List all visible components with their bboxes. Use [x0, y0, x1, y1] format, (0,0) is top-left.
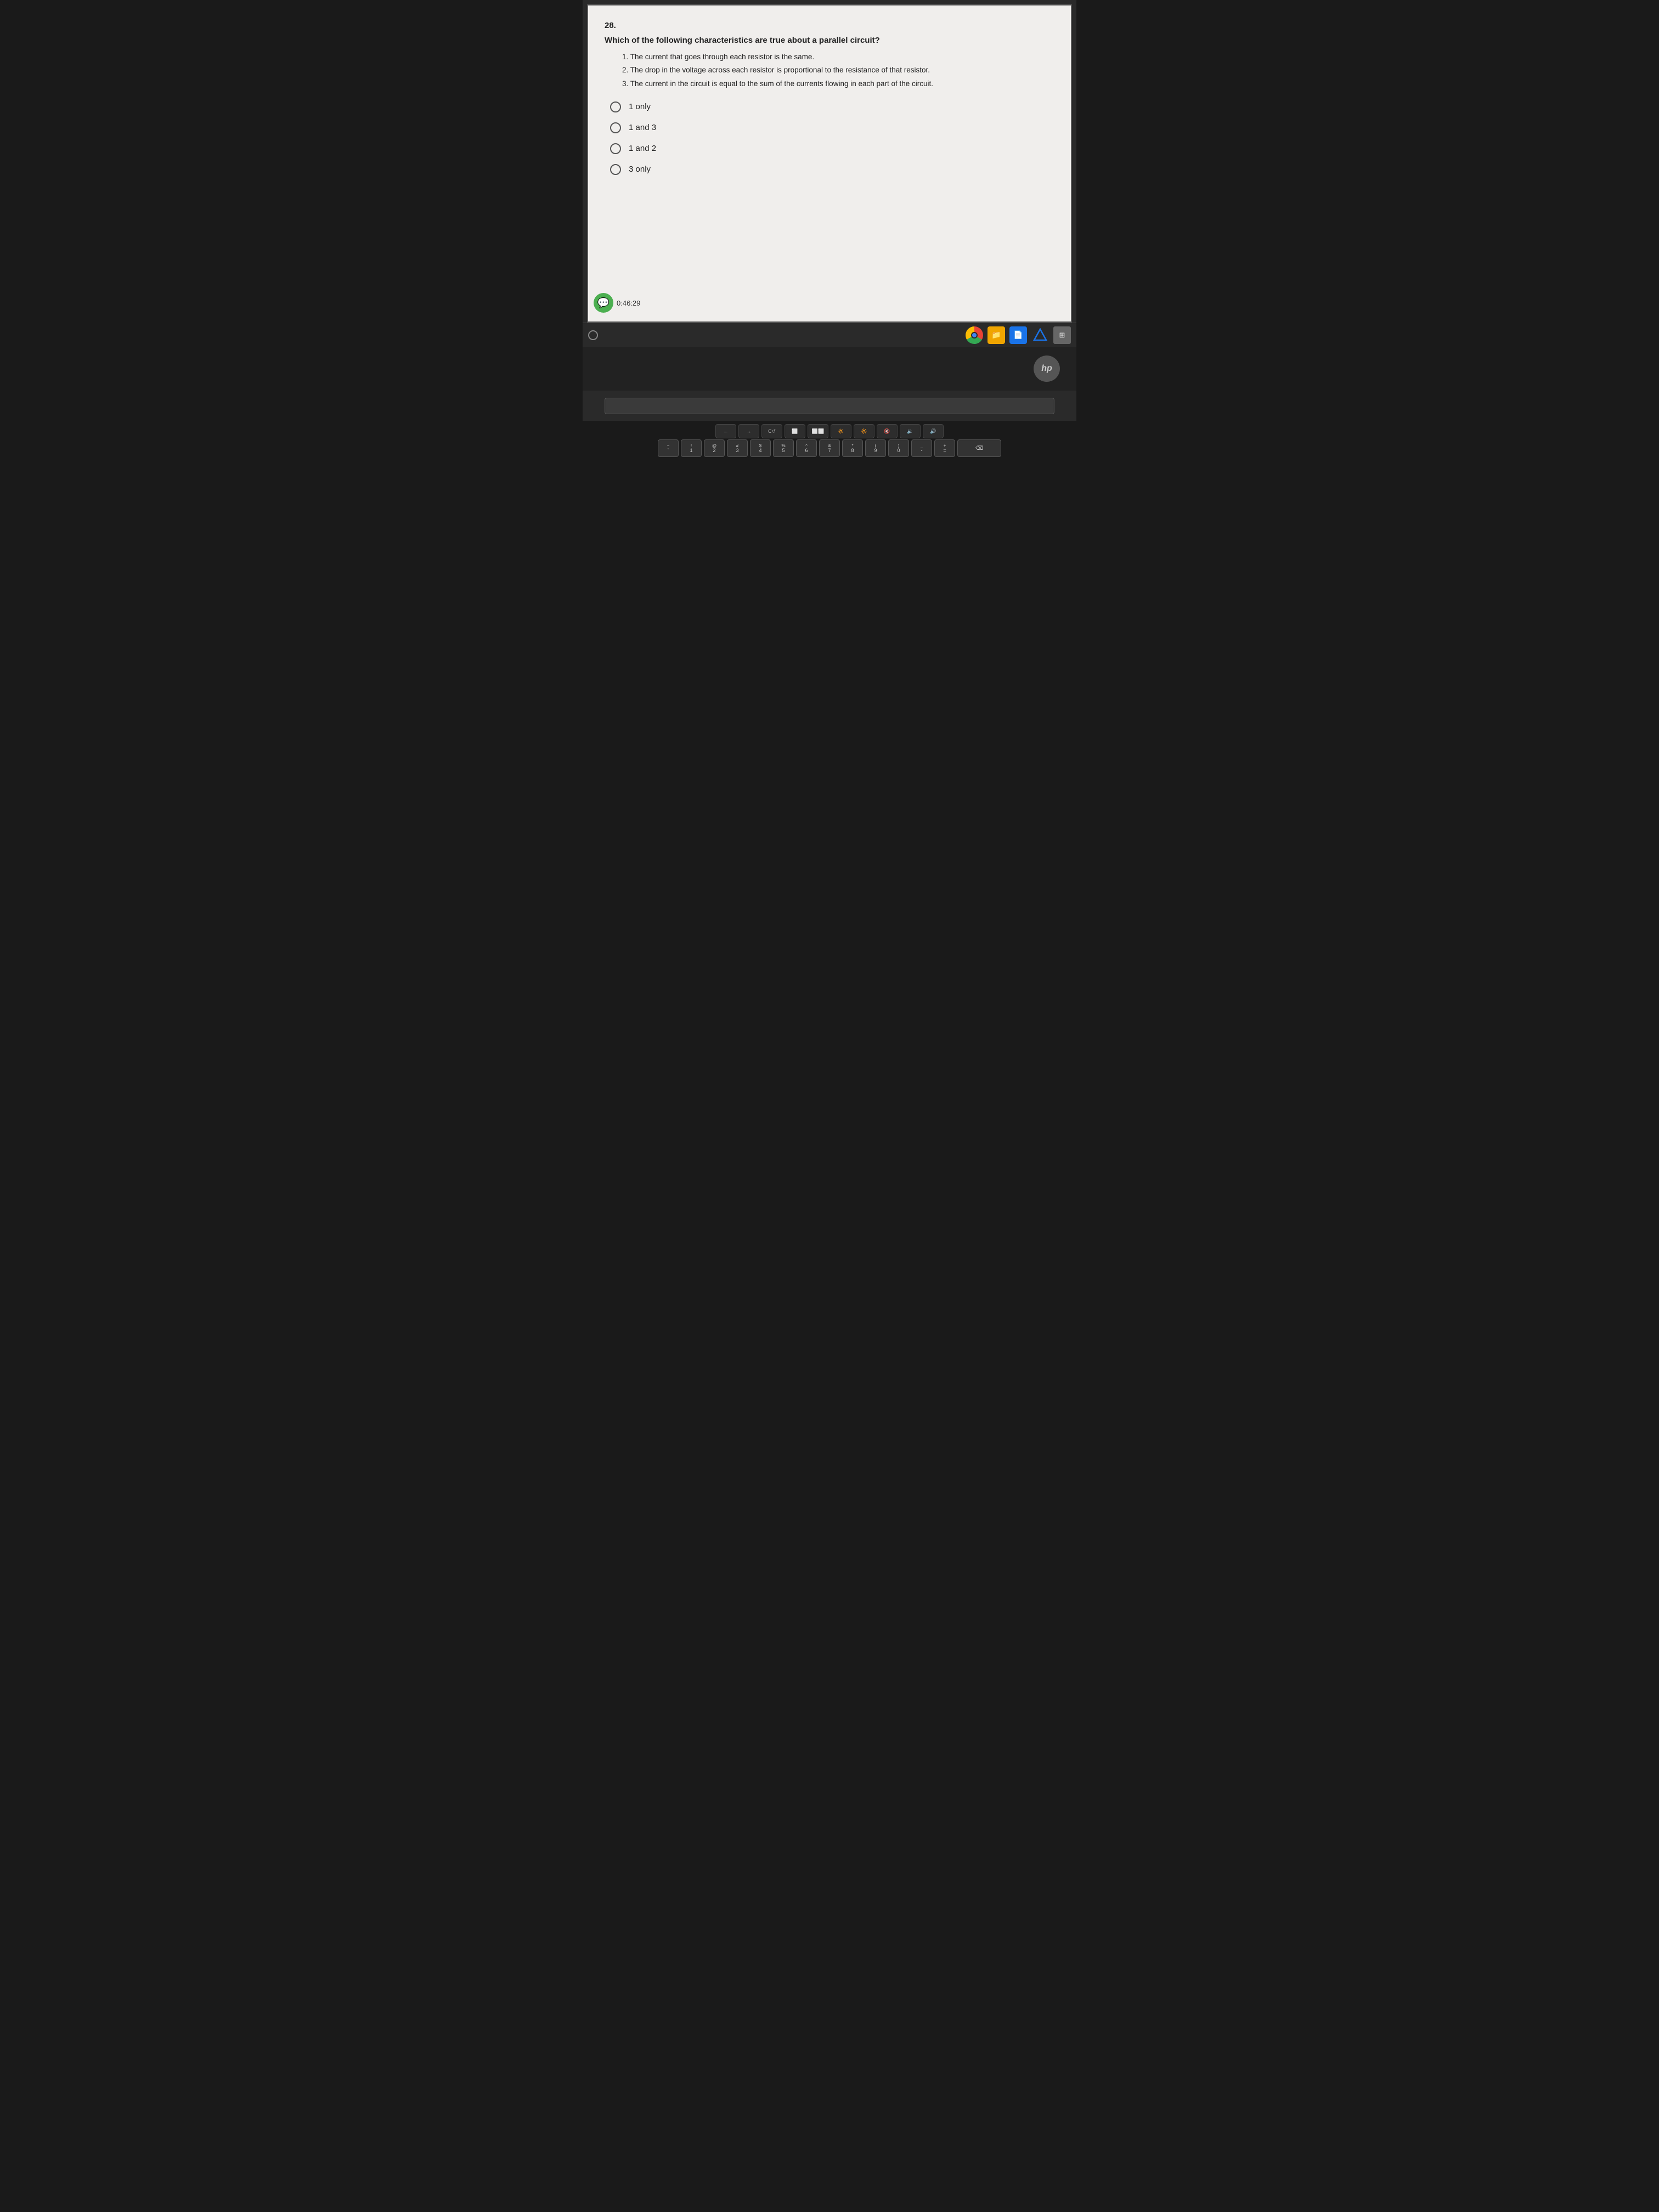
grid-icon-symbol: ⊞	[1059, 331, 1065, 340]
key-9[interactable]: ( 9	[865, 439, 886, 457]
key-window[interactable]: ⬜⬜	[808, 424, 828, 438]
chrome-icon[interactable]	[966, 326, 983, 344]
hp-logo: hp	[1034, 356, 1060, 382]
grid-icon[interactable]: ⊞	[1053, 326, 1071, 344]
question-text: Which of the following characteristics a…	[605, 36, 1054, 45]
statement-1: 1. The current that goes through each re…	[622, 52, 1054, 63]
radio-3-only[interactable]	[610, 164, 621, 175]
option-1-and-3-label: 1 and 3	[629, 123, 656, 132]
taskbar-left	[588, 330, 602, 340]
key-mute[interactable]: 🔇	[877, 424, 898, 438]
touchpad-area	[583, 391, 1076, 421]
statement-2: 2. The drop in the voltage across each r…	[622, 65, 1054, 76]
fn-row: ← → C↺ ⬜ ⬜⬜ 🔅 🔆 🔇 🔉 🔊	[583, 424, 1076, 438]
key-plus[interactable]: + =	[934, 439, 955, 457]
radio-1-and-3[interactable]	[610, 122, 621, 133]
key-fullscreen[interactable]: ⬜	[785, 424, 805, 438]
key-vol-down[interactable]: 🔉	[900, 424, 921, 438]
key-back[interactable]: ←	[715, 424, 736, 438]
radio-1-and-2[interactable]	[610, 143, 621, 154]
option-1-and-2[interactable]: 1 and 2	[610, 143, 1054, 154]
docs-icon-symbol: 📄	[1013, 330, 1023, 340]
key-tilde[interactable]: ~ `	[658, 439, 679, 457]
files-icon-symbol: 📁	[991, 330, 1001, 340]
key-vol-up[interactable]: 🔊	[923, 424, 944, 438]
docs-icon[interactable]: 📄	[1009, 326, 1027, 344]
drive-triangle-icon	[1033, 328, 1047, 342]
files-icon[interactable]: 📁	[988, 326, 1005, 344]
radio-1-only[interactable]	[610, 101, 621, 112]
key-refresh[interactable]: C↺	[761, 424, 782, 438]
taskbar: 📁 📄 ⊞	[583, 323, 1076, 347]
key-6[interactable]: ^ 6	[796, 439, 817, 457]
option-1-and-3[interactable]: 1 and 3	[610, 122, 1054, 133]
key-brightness-down[interactable]: 🔅	[831, 424, 851, 438]
key-7[interactable]: & 7	[819, 439, 840, 457]
hp-area: hp	[583, 347, 1076, 391]
chat-bubble-icon: 💬	[594, 293, 613, 313]
key-brightness-up[interactable]: 🔆	[854, 424, 874, 438]
key-backspace[interactable]: ⌫	[957, 439, 1001, 457]
option-1-and-2-label: 1 and 2	[629, 144, 656, 153]
key-2[interactable]: @ 2	[704, 439, 725, 457]
options-list: 1 only 1 and 3 1 and 2 3 only	[610, 101, 1054, 175]
timer-area: 💬 0:46:29	[594, 293, 640, 313]
option-1-only[interactable]: 1 only	[610, 101, 1054, 112]
drive-icon[interactable]	[1031, 326, 1049, 344]
key-forward[interactable]: →	[738, 424, 759, 438]
touchpad-bar[interactable]	[605, 398, 1054, 414]
timer-display: 0:46:29	[617, 299, 640, 307]
option-1-only-label: 1 only	[629, 102, 651, 111]
key-3[interactable]: # 3	[727, 439, 748, 457]
key-0[interactable]: ) 0	[888, 439, 909, 457]
laptop-screen: 28. Which of the following characteristi…	[583, 0, 1076, 323]
key-1[interactable]: ! 1	[681, 439, 702, 457]
taskbar-circle-button[interactable]	[588, 330, 598, 340]
question-number: 28.	[605, 21, 1054, 30]
key-5[interactable]: % 5	[773, 439, 794, 457]
statement-3: 3. The current in the circuit is equal t…	[622, 78, 1054, 89]
option-3-only[interactable]: 3 only	[610, 164, 1054, 175]
key-4[interactable]: $ 4	[750, 439, 771, 457]
number-row: ~ ` ! 1 @ 2 # 3 $ 4 % 5 ^ 6 & 7	[583, 439, 1076, 457]
screen-content: 28. Which of the following characteristi…	[587, 4, 1072, 323]
statements-list: 1. The current that goes through each re…	[622, 52, 1054, 89]
keyboard: ← → C↺ ⬜ ⬜⬜ 🔅 🔆 🔇 🔉 🔊 ~ ` ! 1 @ 2 # 3 $ …	[583, 421, 1076, 469]
key-minus[interactable]: _ -	[911, 439, 932, 457]
taskbar-right: 📁 📄 ⊞	[966, 326, 1071, 344]
key-8[interactable]: * 8	[842, 439, 863, 457]
option-3-only-label: 3 only	[629, 165, 651, 174]
